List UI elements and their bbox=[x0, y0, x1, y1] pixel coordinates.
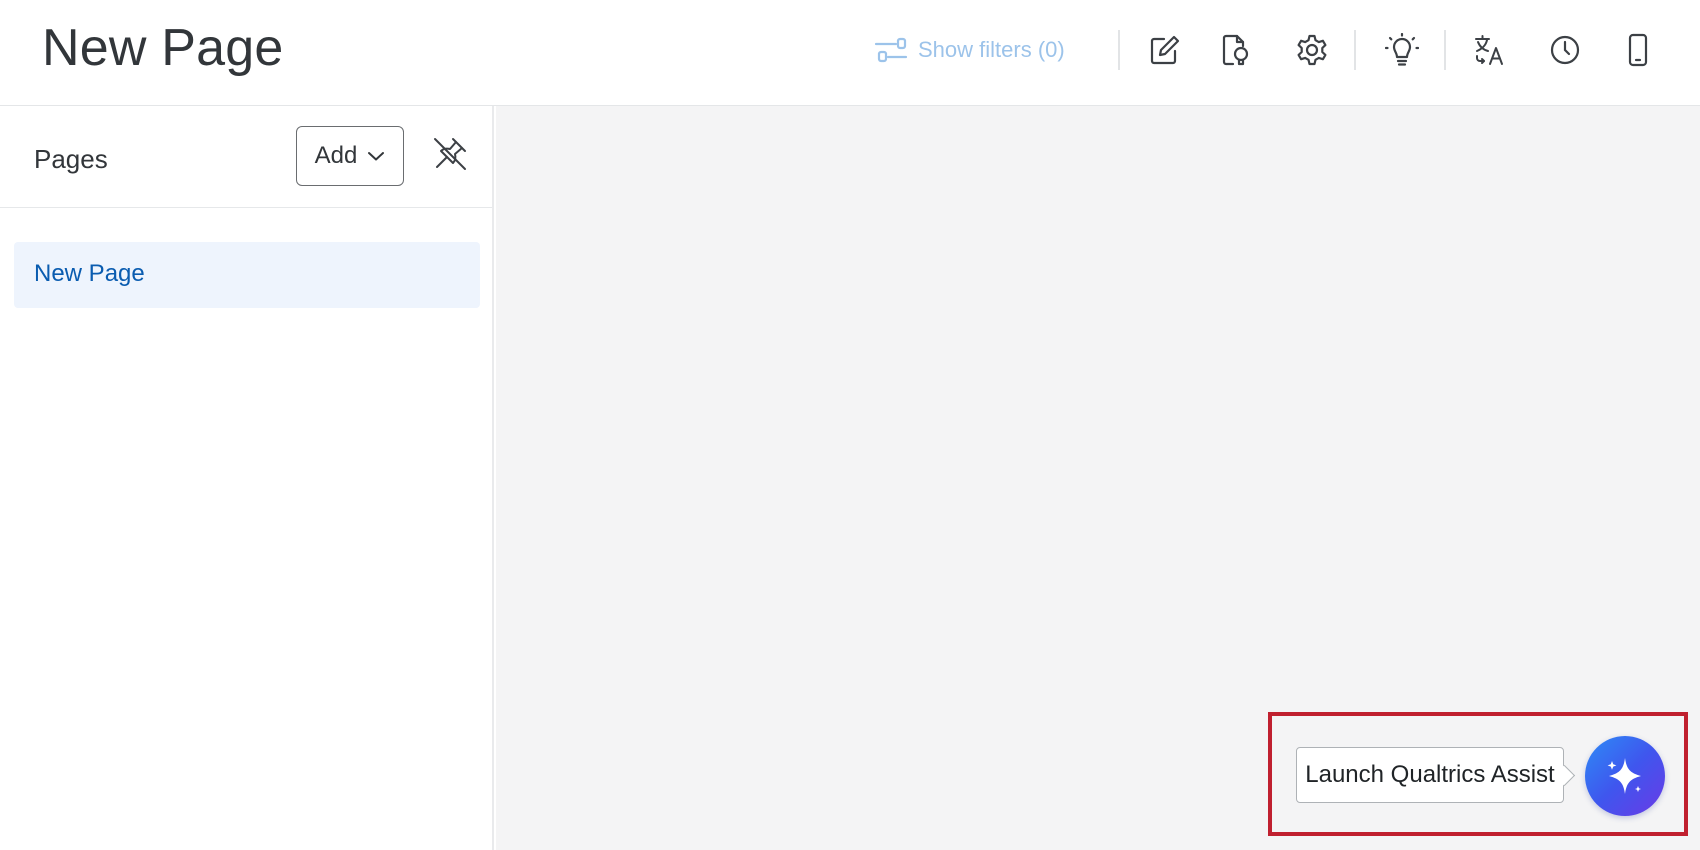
page-title: New Page bbox=[42, 19, 284, 77]
toolbar-divider bbox=[1118, 30, 1120, 70]
mobile-preview-button[interactable] bbox=[1614, 26, 1662, 74]
page-item-label: New Page bbox=[34, 260, 145, 287]
insights-button[interactable] bbox=[1212, 26, 1260, 74]
sparkle-icon bbox=[1607, 758, 1641, 794]
idea-lightbulb-icon bbox=[1385, 33, 1419, 66]
page-list-item[interactable]: New Page bbox=[14, 242, 480, 308]
translate-icon bbox=[1475, 35, 1503, 65]
settings-button[interactable] bbox=[1288, 26, 1336, 74]
add-button-label: Add bbox=[314, 142, 358, 169]
settings-gear-icon bbox=[1297, 34, 1327, 66]
edit-button[interactable] bbox=[1140, 26, 1188, 74]
toolbar-divider bbox=[1354, 30, 1356, 70]
assist-tooltip: Launch Qualtrics Assist bbox=[1296, 747, 1564, 803]
show-filters-label: Show filters (0) bbox=[918, 37, 1065, 62]
filter-sliders-icon bbox=[874, 37, 908, 63]
unpin-sidebar-button[interactable] bbox=[428, 132, 472, 176]
ideas-button[interactable] bbox=[1378, 26, 1426, 74]
launch-assist-button[interactable] bbox=[1585, 736, 1665, 816]
history-clock-icon bbox=[1550, 35, 1580, 65]
chevron-down-icon bbox=[368, 152, 385, 161]
translate-button[interactable] bbox=[1466, 26, 1514, 74]
pages-heading: Pages bbox=[34, 144, 108, 174]
mobile-preview-icon bbox=[1628, 33, 1648, 67]
add-page-button[interactable]: Add bbox=[296, 126, 404, 186]
toolbar-divider bbox=[1444, 30, 1446, 70]
assist-tooltip-text: Launch Qualtrics Assist bbox=[1305, 761, 1555, 788]
show-filters-button[interactable]: Show filters (0) bbox=[874, 30, 1065, 70]
top-header: New Page Show filters (0) bbox=[0, 0, 1700, 106]
sidebar-header: Pages Add bbox=[0, 106, 492, 208]
history-button[interactable] bbox=[1541, 26, 1589, 74]
unpin-icon bbox=[434, 138, 466, 170]
pages-sidebar: Pages Add New Page bbox=[0, 106, 494, 850]
edit-icon bbox=[1150, 35, 1180, 65]
lightbulb-document-icon bbox=[1222, 34, 1249, 66]
